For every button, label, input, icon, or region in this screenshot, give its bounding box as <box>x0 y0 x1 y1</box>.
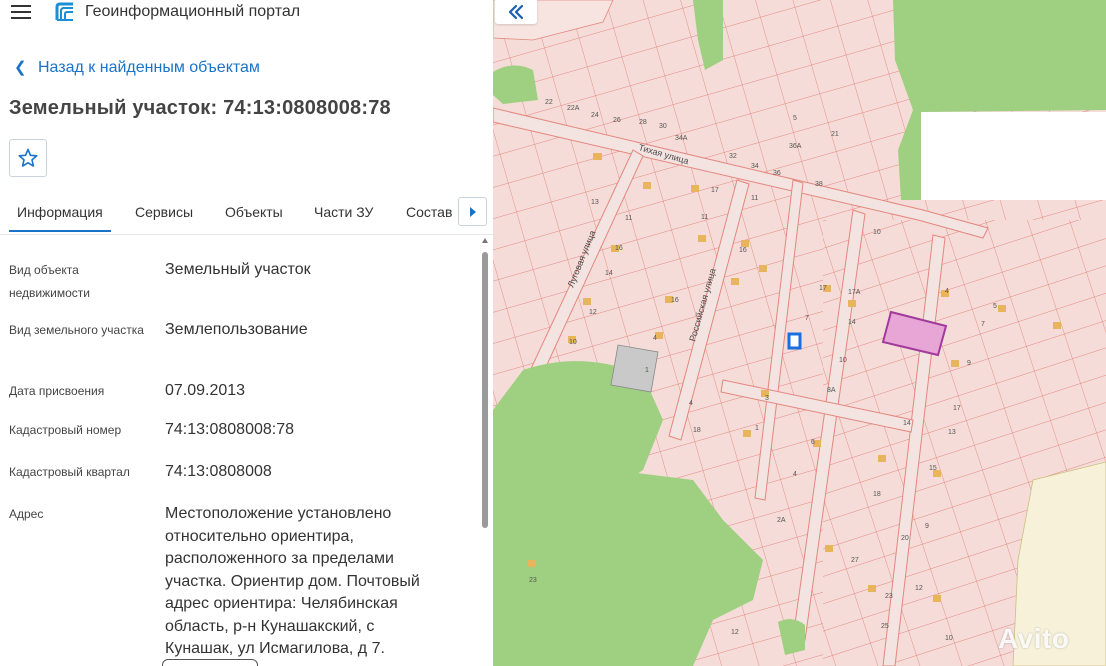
house-number: 12 <box>589 309 597 316</box>
house-number: 5 <box>793 115 797 122</box>
house-number: 27 <box>851 557 859 564</box>
cadastral-map: Тихая улица Луговая улица Российская ули… <box>493 0 1106 666</box>
house-number: 21 <box>831 131 839 138</box>
chevron-left-icon: ❮ <box>14 59 27 76</box>
house-number: 13 <box>948 429 956 436</box>
star-icon <box>18 148 38 167</box>
partial-button[interactable] <box>162 659 258 666</box>
tab-information[interactable]: Информация <box>9 204 111 232</box>
tab-parts[interactable]: Части ЗУ <box>314 204 373 220</box>
info-label: Вид земельного участка <box>9 323 144 337</box>
house-number: 14 <box>848 319 856 326</box>
house-number: 14 <box>605 270 613 277</box>
house-number: 38 <box>815 181 823 188</box>
house-number: 25 <box>881 623 889 630</box>
house-number: 7 <box>981 321 985 328</box>
house-number: 15 <box>929 465 937 472</box>
info-label: Адрес <box>9 507 44 521</box>
house-number: 1 <box>645 367 649 374</box>
house-number: 1 <box>755 425 759 432</box>
house-number: 7 <box>805 315 809 322</box>
house-number: 36 <box>773 170 781 177</box>
house-number: 2А <box>777 517 786 524</box>
house-number: 12 <box>915 585 923 592</box>
house-number: 11 <box>625 215 632 222</box>
house-number: 22 <box>545 99 553 106</box>
house-number: 5 <box>993 303 997 310</box>
house-number: 11 <box>701 214 708 221</box>
house-number: 6 <box>811 439 815 446</box>
info-value: 74:13:0808008 <box>165 463 272 480</box>
house-number: 13 <box>591 199 599 206</box>
tab-bar: Информация Сервисы Объекты Части ЗУ Сост… <box>0 196 493 235</box>
favorite-button[interactable] <box>9 139 47 177</box>
house-number: 34А <box>675 135 688 142</box>
info-value: Земельный участок <box>165 261 311 278</box>
house-number: 16 <box>671 297 679 304</box>
scroll-up-arrow-icon[interactable] <box>482 238 488 243</box>
house-number: 32 <box>729 153 737 160</box>
collapse-panel-button[interactable] <box>495 0 537 24</box>
house-number: 17 <box>953 405 961 412</box>
house-number: 36А <box>789 143 802 150</box>
house-number: 20 <box>901 535 909 542</box>
house-number: 18 <box>873 491 881 498</box>
house-number: 17 <box>819 285 827 292</box>
header-bar: Геоинформационный портал <box>0 0 493 26</box>
house-number: 23 <box>529 577 537 584</box>
house-number: 4 <box>945 288 949 295</box>
house-number: 23 <box>885 593 893 600</box>
tab-objects[interactable]: Объекты <box>225 204 283 220</box>
hamburger-menu-icon[interactable] <box>11 4 31 20</box>
house-number: 4 <box>793 471 797 478</box>
info-value: Землепользование <box>165 321 308 338</box>
page-title: Земельный участок: 74:13:0808008:78 <box>9 97 391 119</box>
house-number: 4 <box>689 400 693 407</box>
house-number: 30 <box>659 123 667 130</box>
house-number: 26 <box>613 117 621 124</box>
tab-composition[interactable]: Состав <box>406 204 452 220</box>
watermark-logo: Avito <box>998 623 1070 654</box>
info-value: 74:13:0808008:78 <box>165 421 295 438</box>
double-chevron-left-icon <box>508 4 524 20</box>
info-panel: Геоинформационный портал ❮ Назад к найден… <box>0 0 493 666</box>
house-number: 11 <box>751 195 758 202</box>
house-number: 10 <box>873 229 881 236</box>
house-number: 18 <box>693 427 701 434</box>
info-value: Местоположение установлено относительно … <box>165 505 420 657</box>
house-number: 16 <box>739 247 747 254</box>
info-label: Кадастровый номер <box>9 423 122 437</box>
house-number: 12 <box>731 629 739 636</box>
house-number: 24 <box>591 112 599 119</box>
house-number: 8А <box>827 387 836 394</box>
house-number: 4 <box>653 335 657 342</box>
app-title: Геоинформационный портал <box>85 3 301 20</box>
back-link-label: Назад к найденным объектам <box>38 59 260 76</box>
scrollbar[interactable] <box>482 238 488 663</box>
info-value: 07.09.2013 <box>165 382 246 399</box>
house-number: 14 <box>903 420 911 427</box>
house-number: 34 <box>751 163 759 170</box>
house-number: 16 <box>615 245 623 252</box>
house-number: 22А <box>567 105 580 112</box>
house-number: 10 <box>839 357 847 364</box>
portal-logo-icon <box>55 2 73 21</box>
house-number: 10 <box>945 635 953 642</box>
map-view[interactable]: Тихая улица Луговая улица Российская ули… <box>493 0 1106 666</box>
info-label: Кадастровый квартал <box>9 465 130 479</box>
scroll-thumb[interactable] <box>482 252 488 528</box>
house-number: 17А <box>848 289 861 296</box>
house-number: 28 <box>639 119 647 126</box>
house-number: 17 <box>711 187 719 194</box>
tab-services[interactable]: Сервисы <box>135 204 193 220</box>
house-number: 10 <box>569 339 577 346</box>
info-label: Вид объекта недвижимости <box>9 263 90 300</box>
house-number: 3 <box>765 395 769 402</box>
house-number: 9 <box>967 360 971 367</box>
tabs-scroll-right-button[interactable] <box>458 197 487 226</box>
back-to-results-link[interactable]: ❮ Назад к найденным объектам <box>14 58 260 77</box>
info-label: Дата присвоения <box>9 384 105 398</box>
location-marker-icon[interactable] <box>787 332 802 350</box>
house-number: 9 <box>925 523 929 530</box>
